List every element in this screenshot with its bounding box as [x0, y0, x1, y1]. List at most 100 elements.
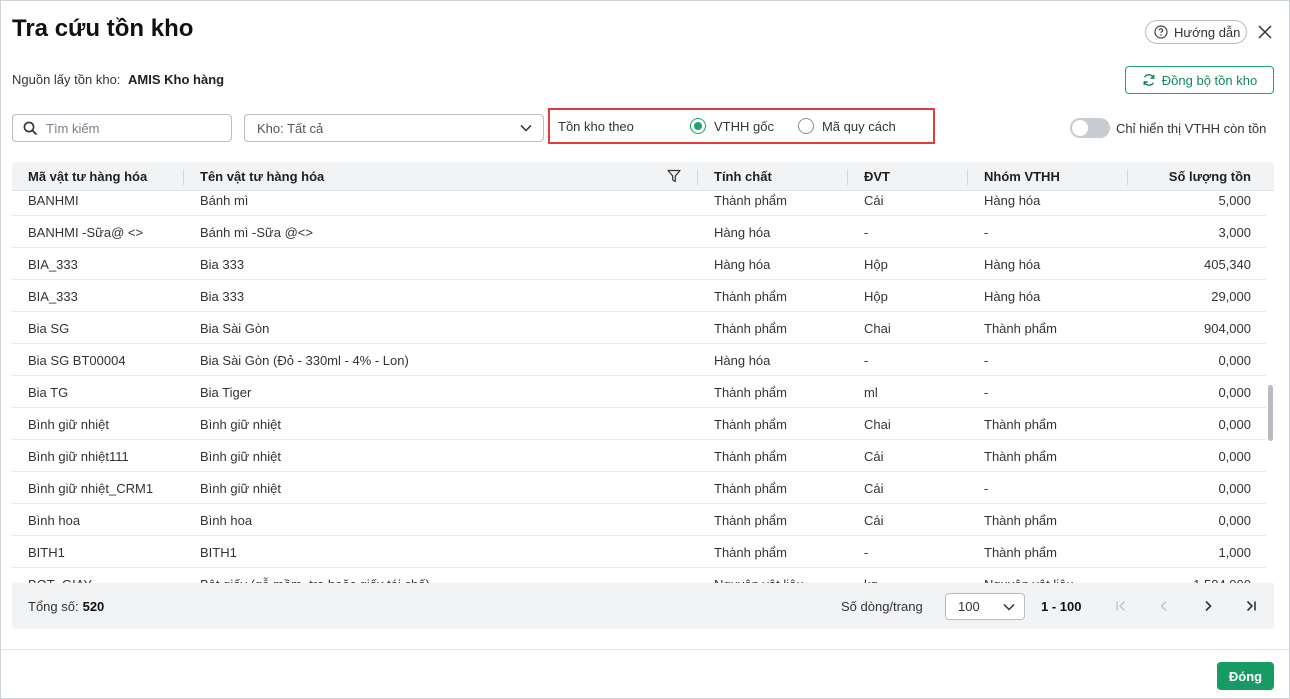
cell-unit: Hộp	[864, 256, 888, 272]
source-info: Nguồn lấy tồn kho: AMIS Kho hàng	[12, 72, 224, 87]
column-divider[interactable]	[847, 169, 848, 185]
cell-unit: Cái	[864, 480, 884, 496]
column-header-code[interactable]: Mã vật tư hàng hóa	[28, 162, 188, 191]
cell-code: Bình giữ nhiệt	[28, 416, 109, 432]
sync-stock-button[interactable]: Đồng bộ tồn kho	[1125, 66, 1274, 94]
table-row[interactable]: Bia TG Bia Tiger Thành phẩm ml - 0,000	[12, 376, 1266, 408]
close-icon[interactable]	[1256, 23, 1274, 41]
cell-group: Nguyên vật liệu	[984, 568, 1124, 584]
scrollbar-thumb[interactable]	[1268, 385, 1273, 441]
table-row[interactable]: Bình giữ nhiệt111 Bình giữ nhiệt Thành phẩ…	[12, 440, 1266, 472]
radio-vthh-goc[interactable]: VTHH gốc	[690, 118, 774, 134]
cell-quantity: 0,000	[1218, 384, 1251, 400]
cell-unit: Hộp	[864, 288, 888, 304]
column-header-quantity[interactable]: Số lượng tồn	[1132, 162, 1251, 191]
table-row[interactable]: BIA_333 Bia 333 Thành phẩm Hộp Hàng hóa 29,00…	[12, 280, 1266, 312]
stock-by-label: Tồn kho theo	[558, 118, 634, 134]
search-input[interactable]	[46, 120, 206, 136]
cell-property: Nguyên vật liệu	[714, 568, 844, 584]
cell-quantity: 0,000	[1218, 512, 1251, 528]
cell-name: Bia Sài Gòn (Đỏ - 330ml - 4% - Lon)	[200, 352, 409, 368]
table-row[interactable]: Bia SG Bia Sài Gòn Thành phẩm Chai Thành phẩ…	[12, 312, 1266, 344]
stock-by-group: Tồn kho theo VTHH gốc Mã quy cách	[548, 108, 935, 144]
column-divider[interactable]	[183, 169, 184, 185]
cell-quantity: 1,584,000	[1132, 568, 1251, 584]
table-row[interactable]: Bia SG BT00004 Bia Sài Gòn (Đỏ - 330ml - …	[12, 344, 1266, 376]
search-icon	[23, 121, 38, 136]
radio-unselected-icon[interactable]	[797, 118, 814, 134]
column-header-unit[interactable]: ĐVT	[864, 162, 964, 191]
cell-group: Thành phẩm	[984, 544, 1057, 560]
cell-property: Thành phẩm	[714, 416, 787, 432]
sync-label: Đồng bộ tồn kho	[1161, 72, 1258, 88]
column-header-property[interactable]: Tính chất	[714, 162, 844, 191]
cell-quantity: 904,000	[1204, 320, 1251, 336]
table-row[interactable]: Bình giữ nhiệt Bình giữ nhiệt Thành phẩm Ch…	[12, 408, 1266, 440]
question-circle-icon	[1154, 25, 1168, 39]
radio-vthh-goc-label: VTHH gốc	[714, 118, 774, 134]
cell-property: Thành phẩm	[714, 288, 787, 304]
table-row[interactable]: Bình giữ nhiệt_CRM1 Bình giữ nhiệt Thành p…	[12, 472, 1266, 504]
cell-group: -	[984, 352, 989, 368]
cell-property: Thành phẩm	[714, 192, 787, 208]
cell-code: BIA_333	[28, 256, 78, 272]
chevron-down-icon	[519, 121, 533, 135]
help-label: Hướng dẫn	[1174, 24, 1241, 40]
rows-per-page-value: 100	[958, 599, 980, 614]
cell-name: Bánh mì -Sữa @<>	[200, 224, 313, 240]
cell-group: Thành phẩm	[984, 320, 1057, 336]
cell-code: Bia SG BT00004	[28, 352, 126, 368]
cell-quantity: 0,000	[1218, 416, 1251, 432]
in-stock-only-toggle[interactable]: Chỉ hiển thị VTHH còn tồn	[1070, 118, 1266, 138]
radio-ma-quy-cach[interactable]: Mã quy cách	[797, 118, 896, 134]
rows-per-page-select[interactable]: 100	[945, 593, 1025, 620]
close-button[interactable]: Đóng	[1217, 662, 1274, 690]
table-row[interactable]: BIA_333 Bia 333 Hàng hóa Hộp Hàng hóa 405,340	[12, 248, 1266, 280]
table-row[interactable]: BOT_GIAY Bột giấy (gỗ mềm, tre hoặc giấy …	[12, 568, 1266, 584]
column-header-name[interactable]: Tên vật tư hàng hóa	[200, 162, 600, 191]
total-label: Tổng số:	[28, 598, 79, 614]
cell-property: Thành phẩm	[714, 480, 787, 496]
radio-selected-icon[interactable]	[690, 118, 706, 134]
cell-unit: Cái	[864, 448, 884, 464]
total-value: 520	[82, 598, 105, 614]
stock-lookup-dialog: Tra cứu tồn kho Hướng dẫn Nguồn lấy tồn …	[0, 0, 1290, 699]
cell-unit: -	[864, 544, 869, 560]
cell-property: Thành phẩm	[714, 544, 787, 560]
sync-icon	[1142, 73, 1156, 87]
column-divider[interactable]	[697, 169, 698, 185]
cell-group: Hàng hóa	[984, 192, 1041, 208]
table-row[interactable]: Bình hoa Bình hoa Thành phẩm Cái Thành phẩm 0…	[12, 504, 1266, 536]
cell-code: BIA_333	[28, 288, 78, 304]
cell-code: BANHMI -Sữa@ <>	[28, 224, 144, 240]
cell-name: Bia 333	[200, 288, 245, 304]
cell-code: Bình giữ nhiệt111	[28, 448, 129, 464]
table-row[interactable]: BANHMI Bánh mì Thành phẩm Cái Hàng hóa 5,000	[12, 191, 1266, 216]
column-divider[interactable]	[967, 169, 968, 185]
column-header-group[interactable]: Nhóm VTHH	[984, 162, 1114, 191]
cell-group: -	[984, 224, 989, 240]
toggle-switch[interactable]	[1070, 118, 1110, 138]
cell-unit: Chai	[864, 416, 891, 432]
warehouse-value: Kho: Tất cả	[257, 120, 324, 136]
cell-unit: Cái	[864, 512, 884, 528]
first-page-icon[interactable]	[1111, 596, 1131, 616]
table-row[interactable]: BITH1 BITH1 Thành phẩm - Thành phẩm 1,000	[12, 536, 1266, 568]
cell-name: Bia Tiger	[200, 384, 252, 400]
last-page-icon[interactable]	[1241, 596, 1261, 616]
previous-page-icon[interactable]	[1154, 596, 1174, 616]
next-page-icon[interactable]	[1198, 596, 1218, 616]
total-count: Tổng số: 520	[28, 583, 104, 629]
cell-code: BOT_GIAY	[28, 568, 188, 584]
column-divider[interactable]	[1127, 169, 1128, 185]
help-button[interactable]: Hướng dẫn	[1145, 20, 1247, 44]
search-box[interactable]	[12, 114, 232, 142]
vertical-scrollbar[interactable]	[1267, 191, 1274, 583]
cell-unit: ml	[864, 384, 878, 400]
cell-group: Thành phẩm	[984, 416, 1057, 432]
page-range: 1 - 100	[1041, 598, 1082, 614]
cell-group: -	[984, 480, 989, 496]
filter-icon[interactable]	[667, 169, 681, 183]
table-row[interactable]: BANHMI -Sữa@ <> Bánh mì -Sữa @<> Hàng hóa -…	[12, 216, 1266, 248]
warehouse-select[interactable]: Kho: Tất cả	[244, 114, 544, 142]
